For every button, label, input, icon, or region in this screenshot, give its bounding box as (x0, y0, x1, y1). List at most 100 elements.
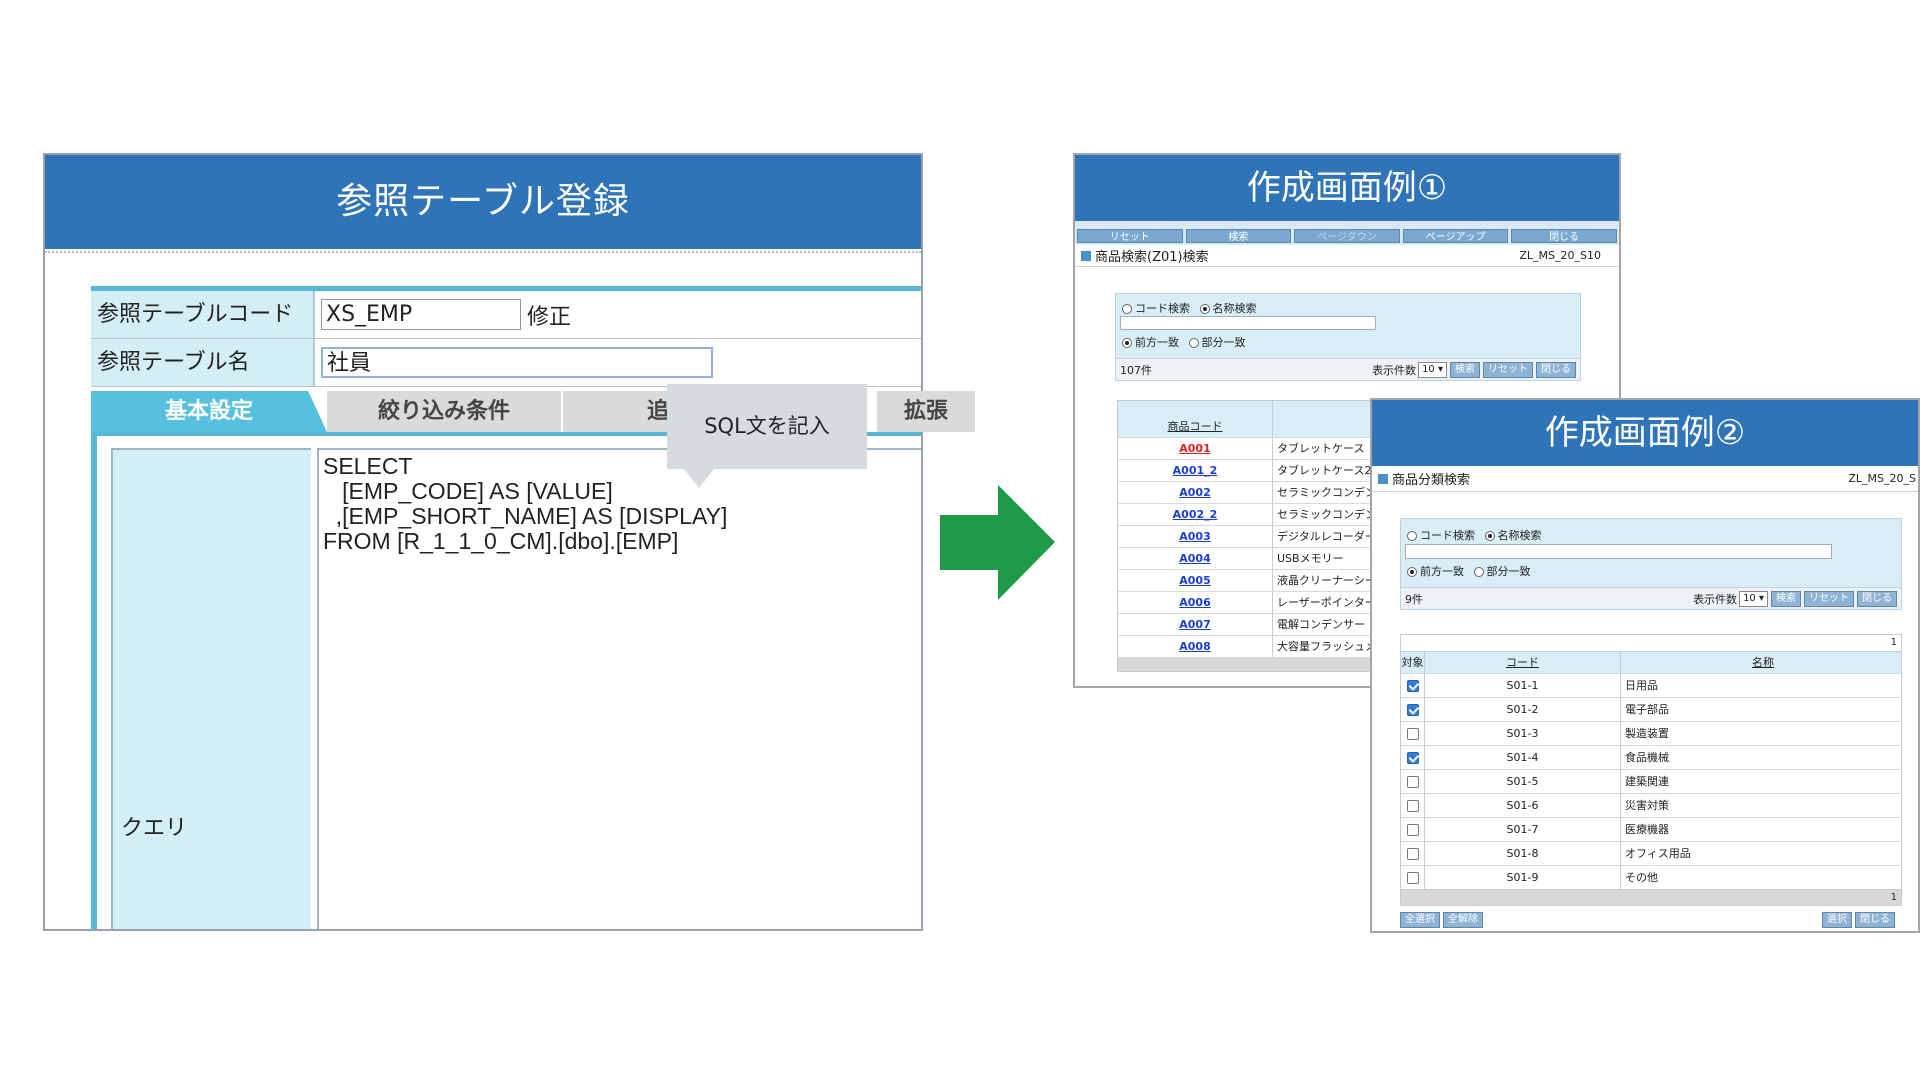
square-icon (1081, 251, 1091, 261)
mode-label: 修正 (527, 304, 572, 330)
display-count-label: 表示件数 (1693, 592, 1738, 606)
display-count-select[interactable]: 10 ▾ (1739, 590, 1768, 607)
search-panel: コード検索 名称検索 前方一致 部分一致 9件 表示件数 10 ▾ 検索 リセッ… (1400, 518, 1902, 610)
row-checkbox[interactable] (1406, 872, 1419, 884)
row-checkbox[interactable] (1406, 848, 1419, 860)
name-field[interactable]: 社員 (321, 347, 713, 378)
deselect-all-button[interactable]: 全解除 (1443, 912, 1483, 928)
row-checkbox[interactable] (1406, 776, 1419, 788)
product-code-link[interactable]: A004 (1118, 548, 1273, 569)
product-code-link[interactable]: A001 (1118, 438, 1273, 459)
product-code-link[interactable]: A008 (1118, 636, 1273, 657)
square-icon (1378, 474, 1388, 484)
row-checkbox[interactable] (1406, 680, 1419, 692)
product-code-link[interactable]: A001_2 (1118, 460, 1273, 481)
result-count: 9件 (1405, 592, 1423, 606)
callout-tail (683, 468, 715, 488)
divider (45, 251, 921, 253)
row-checkbox[interactable] (1406, 728, 1419, 740)
category-code: S01-8 (1425, 842, 1621, 865)
screen-subtitle: 商品検索(Z01)検索 (1095, 250, 1209, 265)
category-code: S01-3 (1425, 722, 1621, 745)
table-row: S01-7 医療機器 (1401, 817, 1901, 841)
result-count: 107件 (1120, 363, 1152, 377)
radio-code-search[interactable] (1122, 304, 1132, 314)
row-checkbox[interactable] (1406, 824, 1419, 836)
code-field[interactable]: XS_EMP (321, 299, 521, 330)
product-code-link[interactable]: A005 (1118, 570, 1273, 591)
query-textarea[interactable]: SELECT [EMP_CODE] AS [VALUE] ,[EMP_SHORT… (317, 448, 921, 929)
search-input[interactable] (1120, 316, 1376, 330)
name-row: 参照テーブル名 社員 (91, 339, 921, 387)
table-row: S01-4 食品機械 (1401, 745, 1901, 769)
col-name[interactable]: 名称 (1752, 656, 1774, 669)
table-row: S01-1 日用品 (1401, 673, 1901, 697)
fkey-page-down[interactable]: ページダウン (1294, 229, 1400, 243)
screen-subtitle: 商品分類検索 (1392, 473, 1471, 488)
close-button[interactable]: 閉じる (1536, 361, 1576, 378)
category-name: 医療機器 (1625, 823, 1669, 836)
fkey-search[interactable]: 検索 (1185, 229, 1292, 243)
close-button[interactable]: 閉じる (1855, 912, 1895, 928)
radio-name-search[interactable] (1199, 304, 1210, 314)
product-code-link[interactable]: A002_2 (1118, 504, 1273, 525)
screen-subtitle-bar: 商品検索(Z01)検索 ZL_MS_20_S10 (1075, 245, 1619, 267)
col-product-code[interactable]: 商品コード (1118, 401, 1273, 437)
col-code[interactable]: コード (1506, 656, 1539, 669)
reset-button[interactable]: リセット (1483, 361, 1533, 378)
right-arrow-icon (940, 485, 1055, 600)
example-2-title: 作成画面例② (1372, 400, 1918, 466)
example-1-title: 作成画面例① (1075, 155, 1619, 221)
table-row: S01-3 製造装置 (1401, 721, 1901, 745)
category-name: 建築関連 (1625, 775, 1669, 788)
product-code-link[interactable]: A002 (1118, 482, 1273, 503)
radio-code-search[interactable] (1407, 531, 1417, 541)
row-checkbox[interactable] (1406, 752, 1419, 764)
radio-name-search[interactable] (1484, 531, 1495, 541)
function-key-bar: リセット 検索 ページダウン ページアップ 閉じる (1075, 221, 1619, 245)
radio-partial-match[interactable] (1473, 567, 1484, 577)
search-panel: コード検索 名称検索 前方一致 部分一致 107件 表示件数 10 ▾ 検索 リ… (1115, 293, 1581, 381)
category-code: S01-6 (1425, 794, 1621, 817)
reference-table-registration-panel: 参照テーブル登録 参照テーブルコード XS_EMP 修正 参照テーブル名 社員 … (43, 153, 977, 931)
category-code: S01-1 (1425, 674, 1621, 697)
table-row: S01-5 建築関連 (1401, 769, 1901, 793)
code-label: 参照テーブルコード (91, 291, 315, 338)
category-code: S01-7 (1425, 818, 1621, 841)
category-name: 食品機械 (1625, 751, 1669, 764)
category-code: S01-9 (1425, 866, 1621, 889)
category-name: オフィス用品 (1625, 847, 1691, 860)
reference-table-form: 参照テーブルコード XS_EMP 修正 参照テーブル名 社員 (91, 286, 921, 387)
fkey-close[interactable]: 閉じる (1511, 229, 1617, 243)
tab-basic-settings[interactable]: 基本設定 (91, 391, 327, 432)
product-code-link[interactable]: A006 (1118, 592, 1273, 613)
row-checkbox[interactable] (1406, 800, 1419, 812)
radio-partial-match[interactable] (1188, 338, 1199, 348)
example-screen-2: 作成画面例② 商品分類検索 ZL_MS_20_S コード検索 名称検索 前方一致… (1370, 398, 1920, 933)
col-select: 対象 (1401, 652, 1425, 673)
query-label: クエリ (121, 816, 188, 841)
close-button[interactable]: 閉じる (1857, 590, 1897, 607)
fkey-reset[interactable]: リセット (1077, 229, 1183, 243)
select-all-button[interactable]: 全選択 (1400, 912, 1440, 928)
category-code: S01-5 (1425, 770, 1621, 793)
display-count-select[interactable]: 10 ▾ (1418, 361, 1447, 378)
tab-extension[interactable]: 拡張 (877, 391, 977, 432)
category-code: S01-4 (1425, 746, 1621, 769)
search-button[interactable]: 検索 (1771, 590, 1801, 607)
radio-prefix-match[interactable] (1407, 567, 1417, 577)
reset-button[interactable]: リセット (1804, 590, 1854, 607)
tab-filter-conditions[interactable]: 絞り込み条件 (327, 391, 563, 432)
row-checkbox[interactable] (1406, 704, 1419, 716)
search-button[interactable]: 検索 (1450, 361, 1480, 378)
table-row: S01-2 電子部品 (1401, 697, 1901, 721)
category-name: その他 (1625, 871, 1658, 884)
product-code-link[interactable]: A003 (1118, 526, 1273, 547)
select-button[interactable]: 選択 (1822, 912, 1852, 928)
table-row: S01-8 オフィス用品 (1401, 841, 1901, 865)
display-count-label: 表示件数 (1372, 363, 1417, 377)
search-input[interactable] (1405, 544, 1832, 559)
fkey-page-up[interactable]: ページアップ (1402, 229, 1509, 243)
product-code-link[interactable]: A007 (1118, 614, 1273, 635)
radio-prefix-match[interactable] (1122, 338, 1132, 348)
